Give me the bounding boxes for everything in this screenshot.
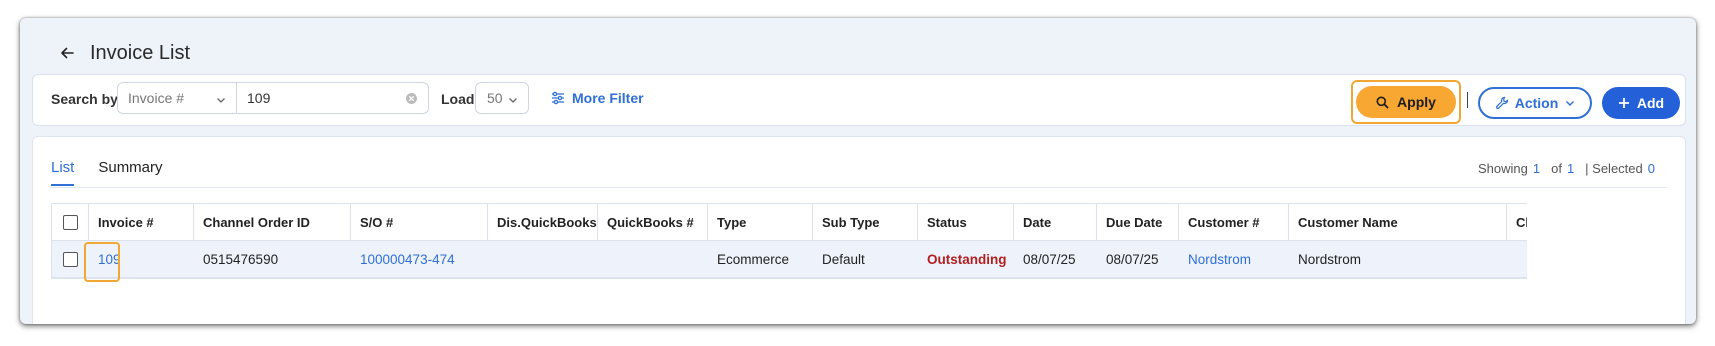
back-arrow-icon[interactable] [56, 42, 78, 64]
table-header: Invoice # Channel Order ID S/O # Dis.Qui… [52, 204, 1527, 241]
date-cell: 08/07/25 [1023, 251, 1076, 267]
page-title: Invoice List [90, 41, 191, 64]
toolbar-divider [1467, 92, 1468, 108]
column-header[interactable]: QuickBooks # [598, 204, 708, 240]
app-window: Invoice List Search by Invoice # 109 Loa… [20, 18, 1696, 324]
record-summary: Showing 1 of 1 | Selected 0 [1478, 161, 1655, 176]
quickbooks-number [598, 241, 708, 277]
due-date-cell: 08/07/25 [1106, 251, 1159, 267]
plus-icon [1618, 97, 1630, 109]
search-by-value: Invoice # [128, 90, 185, 106]
add-label: Add [1636, 95, 1665, 111]
search-by-label: Search by [51, 91, 118, 107]
apply-button[interactable]: Apply [1356, 86, 1456, 118]
column-header[interactable]: Customer # [1179, 204, 1289, 240]
channel-order-id: 0515476590 [203, 251, 279, 267]
dis-quickbooks [488, 241, 598, 277]
selected-count: 0 [1647, 161, 1655, 176]
tab-list[interactable]: List [51, 159, 75, 186]
column-header[interactable]: Type [708, 204, 813, 240]
add-button[interactable]: Add [1602, 87, 1680, 119]
search-input-value: 109 [247, 90, 271, 106]
tab-divider [51, 187, 1667, 188]
clear-icon[interactable] [405, 92, 418, 108]
load-select[interactable]: 50 [475, 82, 529, 114]
column-header[interactable]: Channel Order ID [194, 204, 351, 240]
selected-label: | Selected [1585, 161, 1643, 176]
load-value: 50 [487, 90, 503, 106]
customer-name-cell: Nordstrom [1298, 251, 1362, 267]
column-header[interactable]: Sub Type [813, 204, 918, 240]
total-count: 1 [1566, 161, 1575, 176]
more-filter-button[interactable]: More Filter [551, 90, 644, 106]
wrench-icon [1495, 96, 1509, 110]
column-header[interactable]: S/O # [351, 204, 488, 240]
type-cell: Ecommerce [717, 251, 790, 267]
invoice-highlight [84, 242, 120, 282]
showing-from: 1 [1532, 161, 1541, 176]
sub-type-cell: Default [822, 251, 865, 267]
action-label: Action [1514, 95, 1559, 111]
search-by-select[interactable]: Invoice # [117, 82, 237, 114]
sliders-icon [551, 91, 565, 105]
column-header[interactable]: Due Date [1097, 204, 1179, 240]
chevron-down-icon [508, 92, 518, 108]
chevron-down-icon [216, 92, 226, 108]
load-label: Load [441, 91, 475, 107]
apply-label: Apply [1397, 94, 1436, 110]
apply-highlight: Apply [1351, 80, 1461, 124]
chevron-down-icon [1565, 98, 1575, 108]
table-row[interactable]: 109 0515476590 100000473-474 Ecommerce D… [52, 241, 1527, 278]
action-button[interactable]: Action [1478, 87, 1592, 119]
search-icon [1376, 96, 1389, 109]
column-header[interactable]: Invoice # [89, 204, 194, 240]
header-checkbox-cell [52, 204, 89, 240]
status-badge: Outstanding [927, 251, 1007, 267]
tab-bar: List Summary [51, 159, 187, 186]
column-header[interactable]: Dis.QuickBooks [488, 204, 598, 240]
invoice-table: Invoice # Channel Order ID S/O # Dis.Qui… [51, 203, 1527, 279]
search-input[interactable]: 109 [237, 82, 429, 114]
list-panel: List Summary Showing 1 of 1 | Selected 0… [32, 136, 1686, 324]
customer-link[interactable]: Nordstrom [1188, 252, 1251, 267]
more-filter-label: More Filter [572, 90, 644, 106]
of-label: of [1551, 161, 1562, 176]
column-header[interactable]: Status [918, 204, 1014, 240]
select-all-checkbox[interactable] [63, 214, 78, 230]
tab-summary[interactable]: Summary [98, 159, 162, 186]
showing-label: Showing [1477, 161, 1528, 176]
so-link[interactable]: 100000473-474 [360, 252, 455, 267]
column-header[interactable]: Date [1014, 204, 1097, 240]
row-checkbox[interactable] [63, 251, 78, 267]
column-header[interactable]: Cl [1507, 204, 1527, 240]
page-header: Invoice List [56, 38, 190, 68]
column-header[interactable]: Customer Name [1289, 204, 1507, 240]
